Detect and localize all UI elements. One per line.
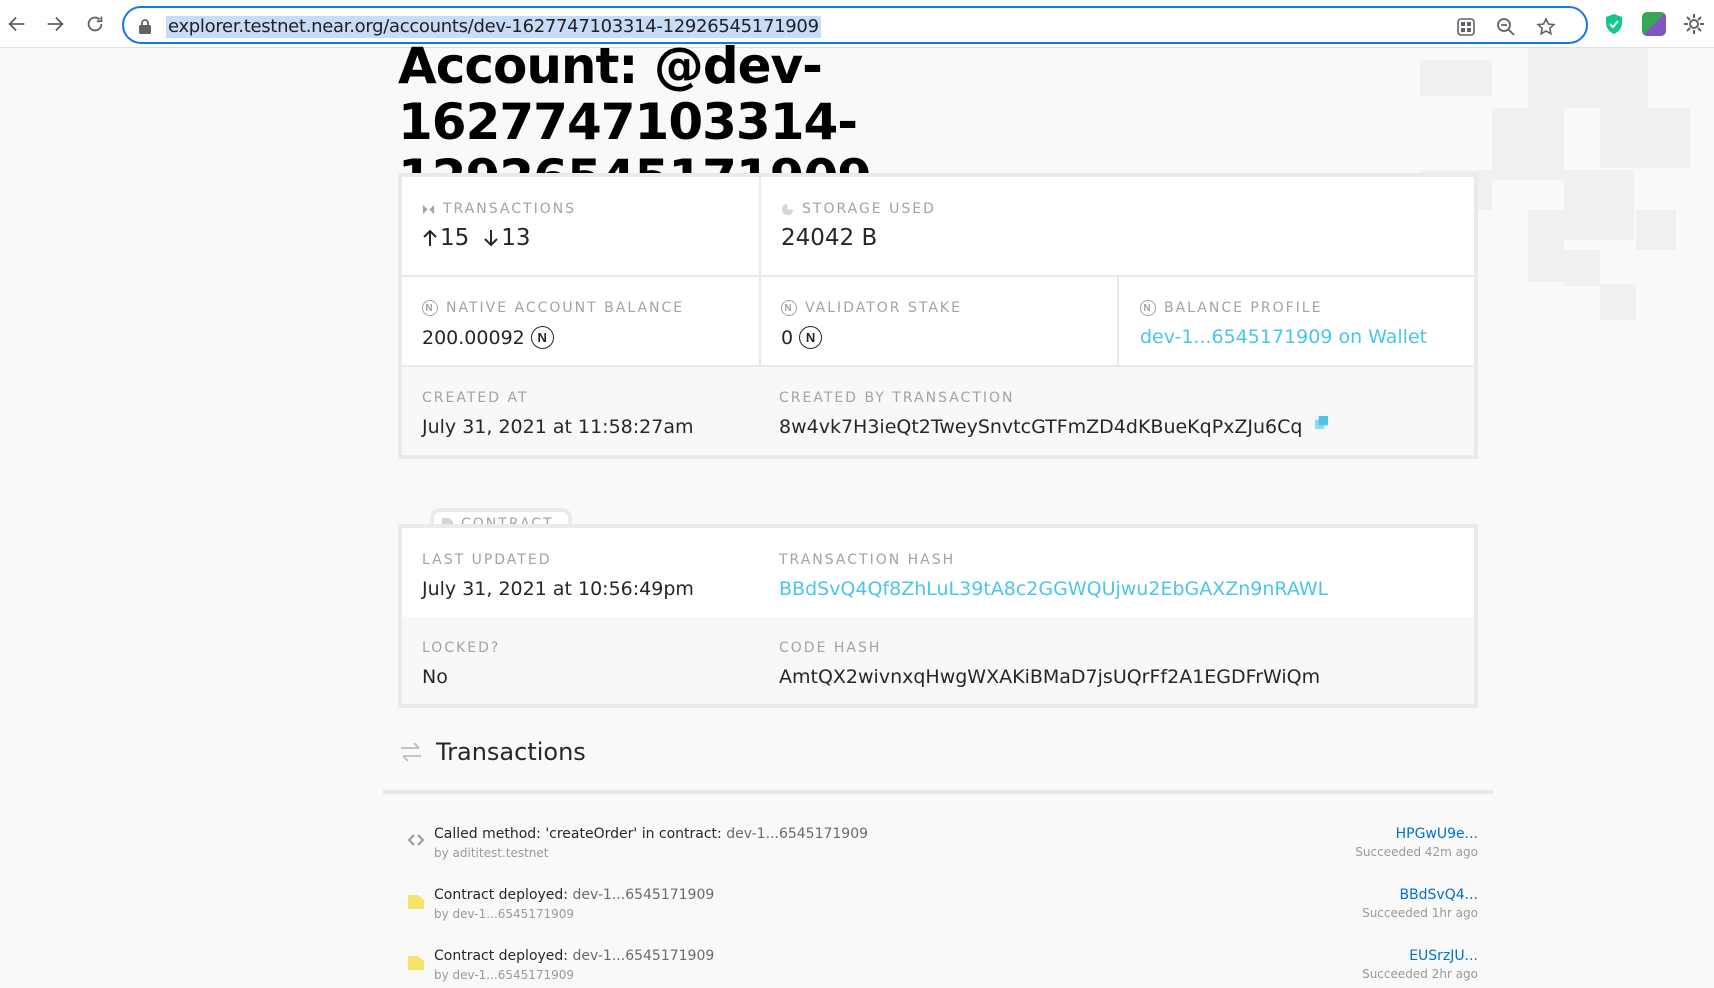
transaction-hash-link[interactable]: EUSrzJU... — [1409, 948, 1478, 964]
near-logo-icon: N — [781, 300, 797, 316]
storage-used-cell: STORAGE USED 24042 B — [781, 201, 936, 251]
arrow-down-icon — [484, 230, 498, 247]
transaction-row[interactable]: Contract deployed: dev-1...6545171909 by… — [398, 887, 1478, 937]
transactions-label: TRANSACTIONS — [443, 201, 577, 217]
colorful-extension-icon[interactable] — [1642, 12, 1666, 36]
transaction-row[interactable]: Called method: 'createOrder' in contract… — [398, 826, 1478, 876]
transaction-hash-link[interactable]: HPGwU9e... — [1396, 826, 1478, 842]
balance-profile-cell: N BALANCE PROFILE dev-1...6545171909 on W… — [1140, 300, 1427, 348]
contract-card: LAST UPDATED July 31, 2021 at 10:56:49pm… — [398, 524, 1478, 708]
transaction-status: Succeeded 2hr ago — [1362, 967, 1478, 981]
contract-tx-hash-link[interactable]: BBdSvQ4Qf8ZhLuL39tA8c2GGWQUjwu2EbGAXZn9n… — [779, 578, 1328, 600]
transaction-row[interactable]: Contract deployed: dev-1...6545171909 by… — [398, 948, 1478, 988]
transaction-description: Contract deployed: dev-1...6545171909 — [434, 948, 715, 964]
contract-tx-hash-cell: TRANSACTION HASH BBdSvQ4Qf8ZhLuL39tA8c2G… — [779, 552, 1328, 600]
created-by-label: CREATED BY TRANSACTION — [779, 390, 1015, 406]
back-arrow-icon — [8, 16, 25, 32]
transactions-title: Transactions — [436, 738, 586, 766]
code-hash-cell: CODE HASH AmtQX2wivnxqHwgWXAKiBMaD7jsUQr… — [779, 640, 1320, 688]
created-at-value: July 31, 2021 at 11:58:27am — [422, 416, 694, 438]
code-icon — [408, 834, 424, 846]
locked-value: No — [422, 666, 448, 688]
account-summary-card: TRANSACTIONS 15 13 STORAGE USED 24042 B … — [398, 173, 1478, 459]
forward-arrow-icon — [47, 16, 64, 32]
contract-deployed-icon — [408, 956, 424, 970]
locked-label: LOCKED? — [422, 640, 501, 656]
gear-extension-icon[interactable] — [1682, 12, 1706, 36]
storage-pie-icon — [781, 203, 794, 216]
transaction-status: Succeeded 42m ago — [1355, 845, 1478, 859]
bookmark-star-icon[interactable] — [1534, 15, 1558, 39]
created-at-label: CREATED AT — [422, 390, 529, 406]
outgoing-tx-count: 15 — [440, 225, 470, 251]
forward-button[interactable] — [40, 9, 70, 39]
contract-deployed-icon — [408, 895, 424, 909]
tx-hash-label: TRANSACTION HASH — [779, 552, 956, 568]
transaction-hash-link[interactable]: BBdSvQ4... — [1399, 887, 1478, 903]
validator-stake-cell: N VALIDATOR STAKE 0N — [781, 300, 962, 349]
stake-label: VALIDATOR STAKE — [805, 300, 962, 316]
lock-icon — [139, 19, 151, 34]
transaction-description: Called method: 'createOrder' in contract… — [434, 826, 869, 842]
balance-value: 200.00092 — [422, 326, 525, 349]
transfer-arrows-icon — [401, 742, 421, 762]
last-updated-value: July 31, 2021 at 10:56:49pm — [422, 578, 694, 600]
shield-extension-icon[interactable] — [1602, 12, 1626, 36]
near-token-icon: N — [530, 326, 554, 349]
incoming-tx-count: 13 — [501, 225, 531, 251]
zoom-icon[interactable] — [1494, 15, 1518, 39]
back-button[interactable] — [2, 9, 32, 39]
transaction-status: Succeeded 1hr ago — [1362, 906, 1478, 920]
transaction-signer: by dev-1...6545171909 — [434, 907, 575, 921]
created-at-cell: CREATED AT July 31, 2021 at 11:58:27am — [422, 390, 693, 438]
reload-button[interactable] — [80, 9, 110, 39]
transfer-icon — [422, 203, 435, 216]
near-logo-icon: N — [1140, 300, 1156, 316]
wallet-profile-link[interactable]: dev-1...6545171909 on Wallet — [1140, 326, 1427, 348]
url-text[interactable]: explorer.testnet.near.org/accounts/dev-1… — [166, 16, 821, 38]
stake-value: 0 — [781, 326, 794, 349]
profile-label: BALANCE PROFILE — [1164, 300, 1323, 316]
last-updated-label: LAST UPDATED — [422, 552, 552, 568]
storage-label: STORAGE USED — [802, 201, 936, 217]
transaction-signer: by adititest.testnet — [434, 846, 549, 860]
storage-value: 24042 B — [781, 225, 878, 251]
transactions-heading: Transactions — [398, 738, 586, 766]
qr-code-icon[interactable] — [1454, 15, 1478, 39]
created-by-tx-hash[interactable]: 8w4vk7H3ieQt2TweySnvtcGTFmZD4dKBueKqPxZJ… — [779, 416, 1302, 438]
transaction-description: Contract deployed: dev-1...6545171909 — [434, 887, 715, 903]
transactions-count-cell: TRANSACTIONS 15 13 — [422, 201, 576, 251]
balance-label: NATIVE ACCOUNT BALANCE — [446, 300, 685, 316]
section-divider — [383, 790, 1493, 794]
arrow-up-icon — [423, 229, 437, 246]
created-by-cell: CREATED BY TRANSACTION 8w4vk7H3ieQt2Twey… — [779, 390, 1329, 438]
near-logo-icon: N — [422, 300, 438, 316]
code-hash-value: AmtQX2wivnxqHwgWXAKiBMaD7jsUQrFf2A1EGDFr… — [779, 666, 1321, 688]
locked-cell: LOCKED? No — [422, 640, 500, 688]
transaction-signer: by dev-1...6545171909 — [434, 968, 575, 982]
external-link-icon[interactable] — [1314, 415, 1329, 430]
near-token-icon: N — [799, 326, 823, 349]
reload-icon — [87, 16, 103, 32]
native-balance-cell: N NATIVE ACCOUNT BALANCE 200.00092 N — [422, 300, 684, 349]
last-updated-cell: LAST UPDATED July 31, 2021 at 10:56:49pm — [422, 552, 694, 600]
code-hash-label: CODE HASH — [779, 640, 882, 656]
